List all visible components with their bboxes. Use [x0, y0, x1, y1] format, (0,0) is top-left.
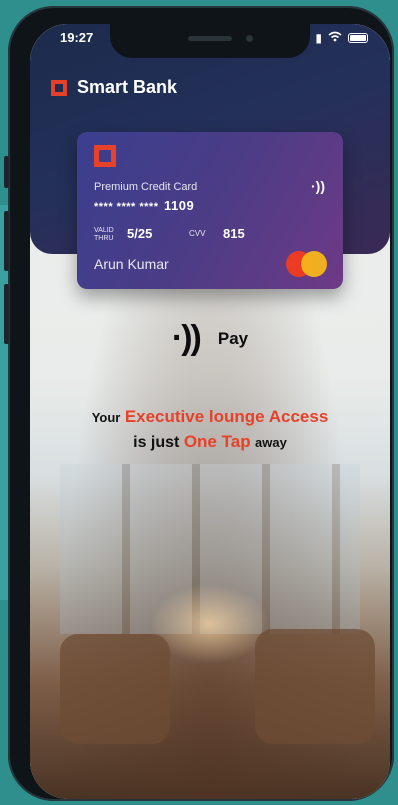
promo-line1-prefix: Your: [91, 410, 121, 425]
phone-notch: [110, 24, 310, 58]
mastercard-yellow-circle: [301, 251, 327, 277]
cvv-value: 815: [223, 226, 245, 241]
promo-line2-highlight: One Tap: [183, 432, 251, 451]
mastercard-logo: [286, 251, 328, 277]
credit-card[interactable]: Premium Credit Card ·)) **** **** **** 1…: [77, 132, 343, 289]
contactless-pay-icon: ·)): [171, 319, 202, 357]
lounge-chair-left: [60, 634, 170, 744]
card-bank-logo-icon: [94, 145, 116, 167]
promo-line2-suffix: away: [255, 435, 287, 450]
valid-thru-label: VALID THRU: [94, 227, 114, 242]
volume-up-button: [4, 211, 9, 271]
speaker: [188, 36, 232, 41]
wifi-icon: [328, 31, 342, 45]
signal-icon: ▮: [315, 31, 322, 45]
card-holder-name: Arun Kumar: [94, 256, 169, 272]
promo-line-2: is just One Tap away: [30, 430, 390, 455]
card-number: **** **** **** 1109: [94, 198, 194, 213]
promo-line-1: Your Executive lounge Access: [30, 405, 390, 430]
status-time: 19:27: [60, 30, 94, 45]
app-screen: 19:27 ▮ Smart Bank Premium Credit Card ·…: [30, 24, 390, 799]
status-icons: ▮: [315, 31, 368, 45]
valid-thru-value: 5/25: [127, 226, 153, 241]
mute-switch: [4, 156, 9, 188]
volume-down-button: [4, 284, 9, 344]
phone-frame: 19:27 ▮ Smart Bank Premium Credit Card ·…: [4, 6, 394, 801]
bank-logo-icon: [51, 79, 67, 96]
pay-label: Pay: [217, 328, 249, 348]
camera: [246, 35, 253, 42]
cvv-label: CVV: [189, 229, 206, 238]
battery-icon: [348, 33, 368, 43]
card-number-last4: 1109: [164, 198, 195, 213]
card-type: Premium Credit Card: [94, 181, 198, 193]
promo-line2-prefix: is just: [133, 434, 180, 451]
pay-button[interactable]: ·)) Pay: [30, 319, 390, 358]
lounge-chair-right: [255, 629, 375, 744]
promo-message: Your Executive lounge Access is just One…: [30, 405, 390, 455]
brand-header: Smart Bank: [51, 77, 177, 98]
bank-name: Smart Bank: [77, 77, 178, 97]
promo-line1-highlight: Executive lounge Access: [124, 407, 329, 426]
nfc-icon: ·)): [311, 178, 325, 194]
card-number-masked: **** **** ****: [94, 201, 159, 213]
